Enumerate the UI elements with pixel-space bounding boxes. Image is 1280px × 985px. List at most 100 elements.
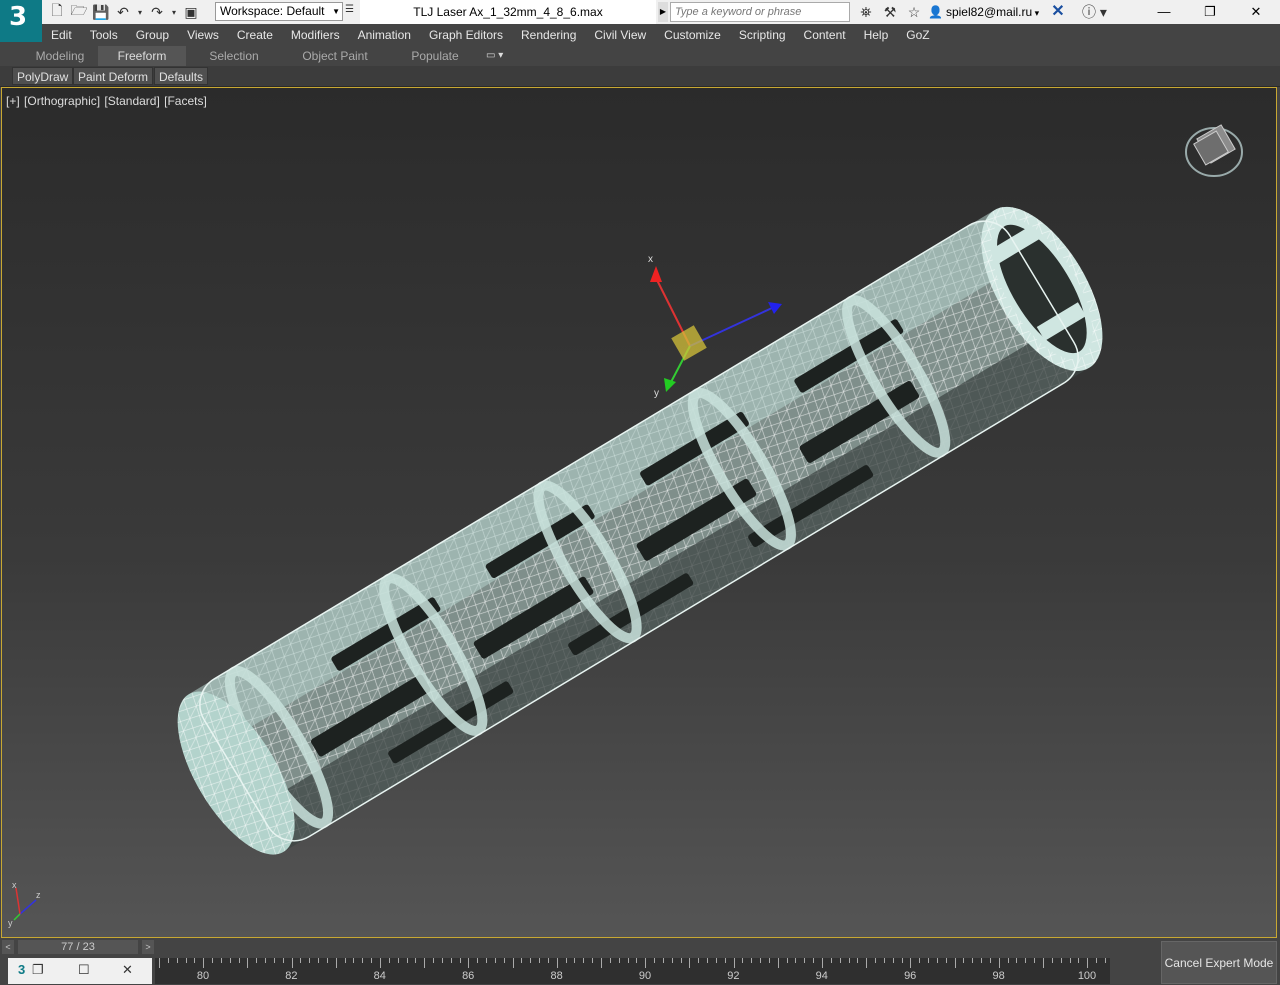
gizmo-x-label: x [648, 254, 653, 265]
redo-icon[interactable]: ↷ [146, 2, 168, 22]
track-tick [963, 958, 965, 963]
undo-icon[interactable]: ↶ [112, 2, 134, 22]
subtab-polydraw[interactable]: PolyDraw [12, 67, 74, 85]
track-tick [1043, 958, 1044, 968]
time-slider-next-icon[interactable]: > [142, 940, 154, 954]
time-slider[interactable]: < 77 / 23 > [2, 940, 156, 954]
search-input[interactable]: Type a keyword or phrase [670, 2, 850, 22]
track-tick [238, 958, 240, 963]
tab-object-paint[interactable]: Object Paint [290, 46, 380, 66]
workspace-select[interactable]: Workspace: Default ▼ [215, 2, 343, 21]
menu-rendering[interactable]: Rendering [512, 24, 585, 46]
new-file-icon[interactable]: 🗋 [46, 2, 68, 22]
tripod-x-label: x [12, 880, 17, 890]
minimize-button[interactable]: — [1141, 0, 1187, 24]
document-title: TLJ Laser Ax_1_32mm_4_8_6.max [360, 0, 656, 24]
subtab-defaults[interactable]: Defaults [154, 67, 209, 85]
menu-graph-editors[interactable]: Graph Editors [420, 24, 512, 46]
scene-canvas[interactable]: x y z x y [2, 88, 1276, 937]
close-icon[interactable]: ✕ [122, 962, 133, 978]
tab-freeform[interactable]: Freeform [98, 46, 186, 66]
user-account[interactable]: 👤 spiel82@mail.ru ▾ [928, 2, 1039, 22]
track-tick [592, 958, 594, 963]
ribbon-options-icon[interactable]: ▭ ▾ [486, 48, 516, 64]
chevron-down-icon: ▾ [1032, 8, 1040, 18]
track-tick [892, 958, 894, 963]
close-button[interactable]: ✕ [1233, 0, 1279, 24]
gizmo-y-arrow-icon[interactable] [664, 378, 676, 392]
track-tick [1025, 958, 1027, 963]
save-icon[interactable]: 💾 [90, 2, 112, 22]
menu-create[interactable]: Create [228, 24, 282, 46]
app-small-icon[interactable]: 3 [18, 962, 25, 977]
menu-help[interactable]: Help [855, 24, 898, 46]
track-tick [883, 958, 885, 963]
time-slider-prev-icon[interactable]: < [2, 940, 14, 954]
menu-modifiers[interactable]: Modifiers [282, 24, 349, 46]
gizmo-x-arrow-icon[interactable] [650, 266, 662, 282]
menu-tools[interactable]: Tools [81, 24, 127, 46]
redo-dropdown-icon[interactable]: ▾ [168, 2, 180, 22]
viewport-orthographic[interactable]: [+] [Orthographic] [Standard] [Facets] x… [1, 87, 1277, 938]
viewcube[interactable] [1185, 124, 1243, 177]
ribbon-panel-bar: PolyDraw Paint Deform Defaults [0, 66, 1280, 87]
tab-selection[interactable]: Selection [192, 46, 276, 66]
track-tick [857, 958, 859, 963]
menu-animation[interactable]: Animation [349, 24, 420, 46]
workspace-menu-icon[interactable]: ☰ [345, 4, 354, 15]
time-slider-frame[interactable]: 77 / 23 [18, 940, 138, 954]
track-tick [353, 958, 355, 963]
track-tick [344, 958, 346, 963]
track-tick [804, 958, 806, 963]
search-expand-icon[interactable]: ▶ [658, 2, 668, 22]
track-tick-label: 98 [992, 970, 1005, 982]
open-file-icon[interactable]: 🗁 [68, 2, 90, 22]
cancel-expert-mode-button[interactable]: Cancel Expert Mode [1161, 941, 1277, 984]
exchange-apps-icon[interactable]: ✕ [1048, 2, 1068, 22]
maximize-icon[interactable]: ☐ [78, 962, 90, 978]
tab-populate[interactable]: Populate [398, 46, 472, 66]
app-logo[interactable]: 3 [0, 0, 42, 42]
track-tick [830, 958, 832, 963]
menu-edit[interactable]: Edit [42, 24, 81, 46]
binoculars-icon[interactable]: ⛯ [854, 4, 878, 21]
track-tick [521, 958, 523, 963]
menu-group[interactable]: Group [127, 24, 178, 46]
menu-customize[interactable]: Customize [655, 24, 730, 46]
track-bar[interactable]: 80 82 84 86 88 90 92 94 96 98 100 [155, 958, 1110, 984]
track-tick [839, 958, 841, 963]
track-tick [256, 958, 258, 963]
menu-scripting[interactable]: Scripting [730, 24, 795, 46]
project-folder-icon[interactable]: ▣ [180, 2, 202, 22]
favorites-star-icon[interactable]: ☆ [902, 4, 926, 21]
track-tick [512, 958, 514, 968]
track-tick [627, 958, 629, 963]
taskbar-thumbnail[interactable]: 3 ❐ ☐ ✕ [8, 958, 152, 984]
track-tick [1069, 958, 1071, 963]
track-tick [415, 958, 417, 963]
track-tick [530, 958, 532, 963]
help-icon[interactable]: ⓘ ▾ [1082, 2, 1112, 22]
subscription-icon[interactable]: ⚒ [878, 4, 902, 21]
track-tick [291, 958, 293, 968]
chevron-down-icon: ▼ [332, 7, 340, 16]
menu-views[interactable]: Views [178, 24, 228, 46]
track-tick [1051, 958, 1053, 963]
menu-content[interactable]: Content [795, 24, 855, 46]
track-tick [795, 958, 797, 963]
track-tick [919, 958, 921, 963]
track-tick [989, 958, 991, 963]
tab-modeling[interactable]: Modeling [22, 46, 98, 66]
menu-civil-view[interactable]: Civil View [585, 24, 655, 46]
user-email: spiel82@mail.ru [945, 5, 1033, 19]
maximize-button[interactable]: ❐ [1187, 0, 1233, 24]
undo-dropdown-icon[interactable]: ▾ [134, 2, 146, 22]
track-tick-label: 94 [815, 970, 828, 982]
laser-tube-mesh[interactable] [154, 187, 1127, 872]
restore-icon[interactable]: ❐ [32, 962, 44, 978]
track-tick [494, 958, 496, 963]
menu-goz[interactable]: GoZ [897, 24, 938, 46]
gizmo-plane-handle[interactable] [671, 325, 707, 361]
subtab-paint-deform[interactable]: Paint Deform [73, 67, 154, 85]
search-tools: ⛯ ⚒ ☆ [854, 2, 926, 22]
